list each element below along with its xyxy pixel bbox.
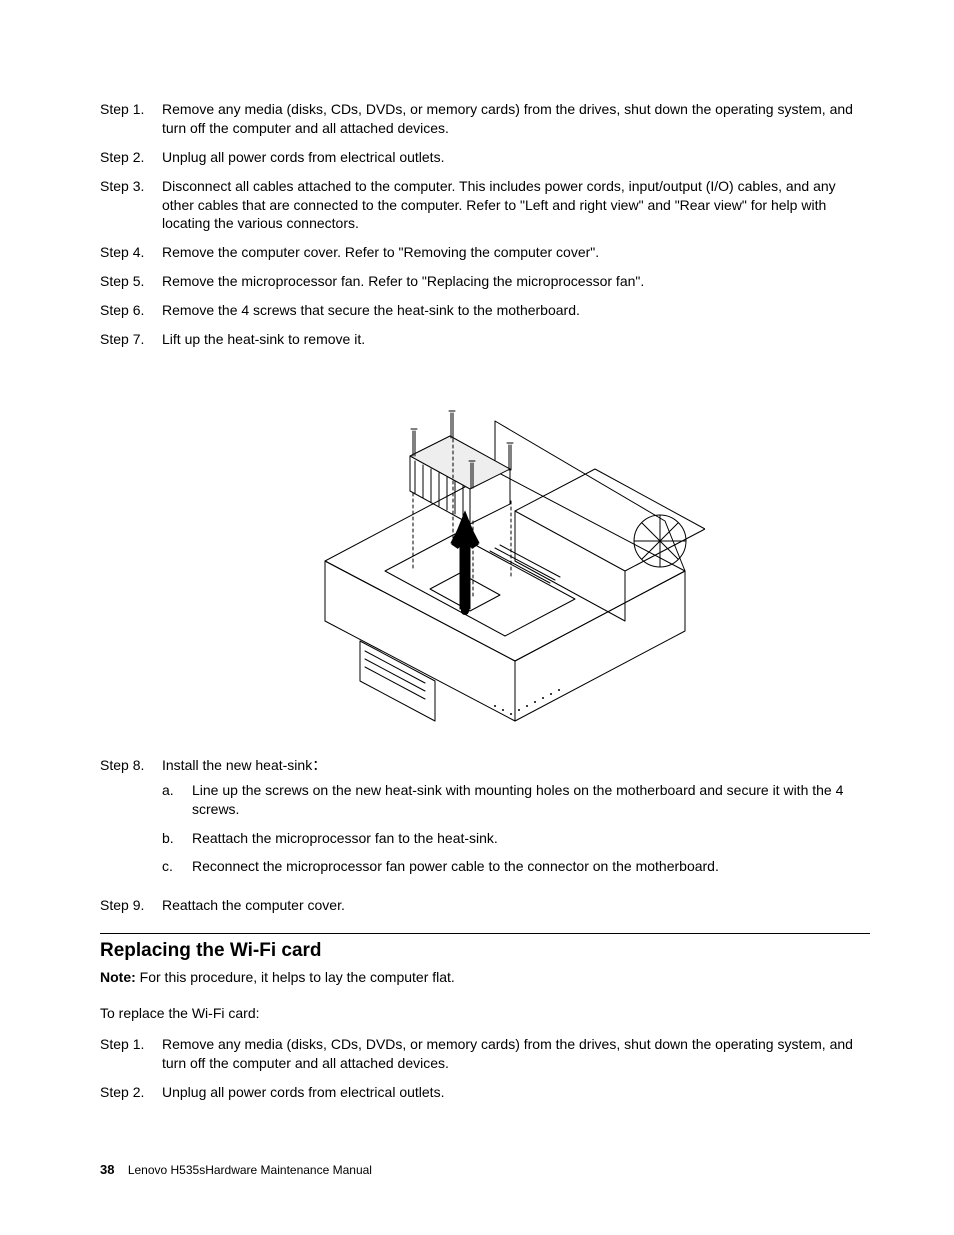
step-list-bottom: Step 1. Remove any media (disks, CDs, DV… (100, 1035, 870, 1102)
step-item: Step 5. Remove the microprocessor fan. R… (100, 272, 870, 291)
step-item: Step 2. Unplug all power cords from elec… (100, 1083, 870, 1102)
section-divider (100, 933, 870, 934)
step-text: Lift up the heat-sink to remove it. (162, 330, 870, 349)
sub-step: a. Line up the screws on the new heat-si… (162, 781, 870, 819)
step-label: Step 8. (100, 756, 162, 886)
section-heading: Replacing the Wi-Fi card (100, 940, 870, 962)
step-item: Step 1. Remove any media (disks, CDs, DV… (100, 1035, 870, 1073)
note-text: For this procedure, it helps to lay the … (136, 969, 455, 985)
note-label: Note: (100, 969, 136, 985)
sub-step-text: Reattach the microprocessor fan to the h… (192, 829, 870, 848)
step-item: Step 2. Unplug all power cords from elec… (100, 148, 870, 167)
sub-step-label: b. (162, 829, 192, 848)
step-text: Unplug all power cords from electrical o… (162, 1083, 870, 1102)
step-text: Disconnect all cables attached to the co… (162, 177, 870, 234)
document-title: Lenovo H535sHardware Maintenance Manual (128, 1163, 372, 1177)
step-item: Step 4. Remove the computer cover. Refer… (100, 243, 870, 262)
sub-step-text: Line up the screws on the new heat-sink … (192, 781, 870, 819)
step-label: Step 1. (100, 100, 162, 138)
step-text: Reattach the computer cover. (162, 896, 870, 915)
sub-step: b. Reattach the microprocessor fan to th… (162, 829, 870, 848)
step-text: Remove the 4 screws that secure the heat… (162, 301, 870, 320)
step-item: Step 1. Remove any media (disks, CDs, DV… (100, 100, 870, 138)
step-label: Step 6. (100, 301, 162, 320)
step-text: Unplug all power cords from electrical o… (162, 148, 870, 167)
step-label: Step 7. (100, 330, 162, 349)
step-item: Step 8. Install the new heat-sink： a. Li… (100, 756, 870, 886)
step-label: Step 4. (100, 243, 162, 262)
step-label: Step 2. (100, 148, 162, 167)
step-text: Remove any media (disks, CDs, DVDs, or m… (162, 100, 870, 138)
step-label: Step 9. (100, 896, 162, 915)
step-label: Step 2. (100, 1083, 162, 1102)
section-intro: To replace the Wi-Fi card: (100, 1005, 870, 1021)
step-label: Step 5. (100, 272, 162, 291)
step-item: Step 9. Reattach the computer cover. (100, 896, 870, 915)
step-body: Install the new heat-sink： a. Line up th… (162, 756, 870, 886)
step-text: Remove the computer cover. Refer to "Rem… (162, 243, 870, 262)
page-footer: 38 Lenovo H535sHardware Maintenance Manu… (100, 1162, 372, 1177)
note-line: Note: For this procedure, it helps to la… (100, 968, 870, 987)
sub-step-label: c. (162, 857, 192, 876)
sub-step-list: a. Line up the screws on the new heat-si… (162, 781, 870, 877)
step-text: Install the new heat-sink： (162, 757, 326, 773)
step-text: Remove the microprocessor fan. Refer to … (162, 272, 870, 291)
sub-step-text: Reconnect the microprocessor fan power c… (192, 857, 870, 876)
computer-chassis-icon (265, 361, 705, 741)
step-list-mid: Step 8. Install the new heat-sink： a. Li… (100, 756, 870, 915)
step-item: Step 7. Lift up the heat-sink to remove … (100, 330, 870, 349)
step-label: Step 1. (100, 1035, 162, 1073)
heatsink-removal-diagram (100, 361, 870, 744)
sub-step: c. Reconnect the microprocessor fan powe… (162, 857, 870, 876)
document-page: Step 1. Remove any media (disks, CDs, DV… (0, 0, 954, 1235)
sub-step-label: a. (162, 781, 192, 819)
step-text: Remove any media (disks, CDs, DVDs, or m… (162, 1035, 870, 1073)
step-item: Step 3. Disconnect all cables attached t… (100, 177, 870, 234)
step-item: Step 6. Remove the 4 screws that secure … (100, 301, 870, 320)
step-list-top: Step 1. Remove any media (disks, CDs, DV… (100, 100, 870, 349)
page-number: 38 (100, 1162, 114, 1177)
step-label: Step 3. (100, 177, 162, 234)
